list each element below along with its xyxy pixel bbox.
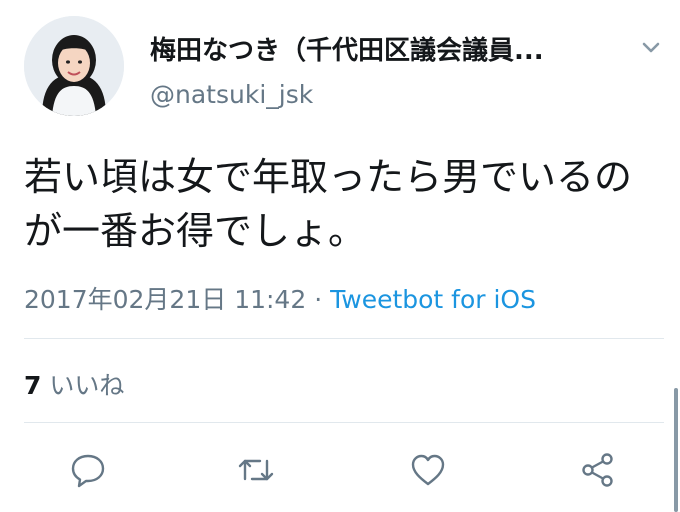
scrollbar[interactable] <box>674 388 678 512</box>
user-handle[interactable]: @natsuki_jsk <box>150 80 313 109</box>
tweet-detail: 梅田なつき（千代田区議会議員... @natsuki_jsk 若い頃は女で年取っ… <box>0 0 680 512</box>
chevron-down-icon[interactable] <box>636 36 666 60</box>
likes-count: 7 <box>24 371 42 400</box>
profile-photo-icon <box>24 16 124 116</box>
reply-icon <box>71 454 105 488</box>
retweet-icon <box>238 459 274 481</box>
retweet-button[interactable] <box>234 448 278 492</box>
meta-separator: · <box>314 285 323 314</box>
divider <box>24 422 664 423</box>
tweet-meta: 2017年02月21日 11:42 · Tweetbot for iOS <box>24 280 536 316</box>
avatar[interactable] <box>24 16 124 116</box>
source-link[interactable]: Tweetbot for iOS <box>330 285 536 314</box>
like-button[interactable] <box>406 448 450 492</box>
share-icon <box>582 453 613 487</box>
tweet-text: 若い頃は女で年取ったら男でいるのが一番お得でしょ。 <box>24 155 633 253</box>
reply-button[interactable] <box>66 448 110 492</box>
share-button[interactable] <box>576 448 620 492</box>
timestamp[interactable]: 2017年02月21日 11:42 <box>24 285 306 314</box>
likes-label: いいね <box>49 371 125 400</box>
divider <box>24 338 664 339</box>
display-name[interactable]: 梅田なつき（千代田区議会議員... <box>150 30 610 67</box>
likes-stat[interactable]: 7 いいね <box>24 366 124 402</box>
heart-icon <box>411 454 445 486</box>
